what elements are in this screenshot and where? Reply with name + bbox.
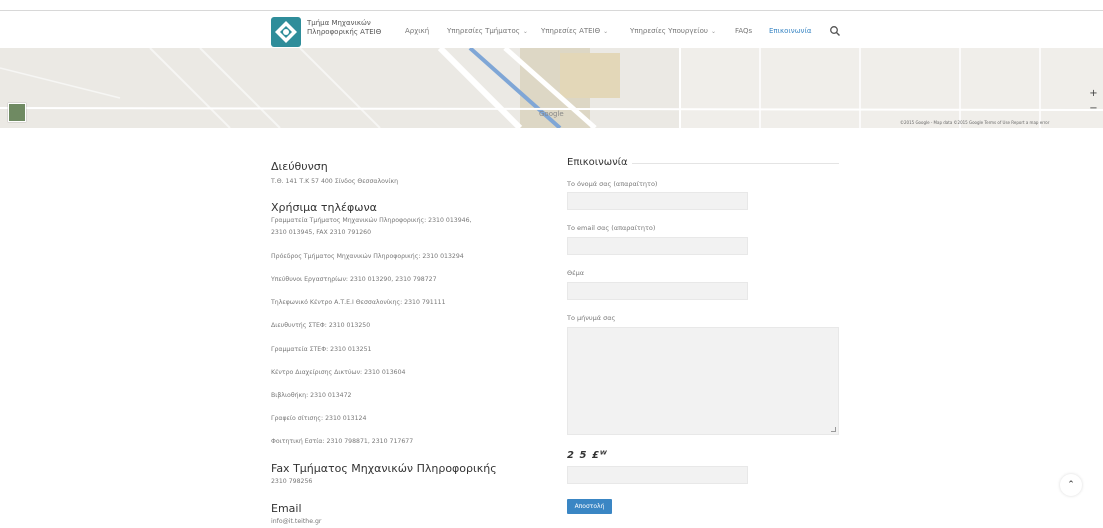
resize-handle-icon[interactable] (831, 427, 836, 432)
nav-ateith-services[interactable]: Υπηρεσίες ΑΤΕΙΘ ⌄ (541, 27, 608, 35)
phone-line: 2310 013945, FAX 2310 791260 (271, 229, 372, 236)
nav-label: Υπηρεσίες Τμήματος (447, 27, 520, 35)
phone-line: Τηλεφωνικό Κέντρο Α.Τ.Ε.Ι Θεσσαλονίκης: … (271, 299, 446, 306)
nav-label: Υπηρεσίες Υπουργείου (630, 27, 708, 35)
fax-text: 2310 798256 (271, 478, 313, 485)
fax-heading: Fax Τμήματος Μηχανικών Πληροφορικής (271, 462, 497, 475)
nav-label: FAQs (735, 27, 753, 35)
phone-line: Γραμματεία Τμήματος Μηχανικών Πληροφορικ… (271, 217, 472, 224)
chevron-down-icon: ⌄ (603, 28, 609, 35)
phones-heading: Χρήσιμα τηλέφωνα (271, 201, 377, 214)
phone-line: Πρόεδρος Τμήματος Μηχανικών Πληροφορικής… (271, 253, 464, 260)
chevron-down-icon: ⌄ (710, 28, 717, 35)
message-textarea[interactable] (567, 327, 839, 435)
submit-button[interactable]: Αποστολή (567, 499, 612, 514)
nav-label: Αρχική (405, 27, 430, 35)
site-name[interactable]: Τμήμα Μηχανικών Πληροφορικής ΑΤΕΙΘ (307, 19, 397, 37)
address-heading: Διεύθυνση (271, 160, 328, 173)
email-heading: Email (271, 502, 302, 515)
captcha-image: 2 5 £ᵂ (567, 450, 608, 461)
nav-home[interactable]: Αρχική (405, 27, 429, 35)
chevron-down-icon: ⌄ (522, 28, 528, 35)
google-logo: Google (539, 110, 564, 118)
nav-ministry-services[interactable]: Υπηρεσίες Υπουργείου ⌄ (630, 27, 716, 35)
nav-faqs[interactable]: FAQs (735, 27, 752, 35)
map-attribution: ©2015 Google - Map data ©2015 Google Ter… (900, 120, 1050, 125)
subject-input[interactable] (567, 282, 748, 300)
message-label: Το μήνυμά σας (567, 314, 616, 322)
logo-icon[interactable] (271, 17, 301, 47)
zoom-in-button[interactable]: + (1087, 86, 1100, 101)
form-title: Επικοινωνία (567, 157, 628, 168)
nav-label: Επικοινωνία (769, 27, 812, 35)
subject-label: Θέμα (567, 269, 585, 277)
email-label: Το email σας (απαραίτητο) (567, 224, 656, 232)
phone-line: Γραμματεία ΣΤΕΦ: 2310 013251 (271, 346, 372, 353)
name-label: Το όνομά σας (απαραίτητο) (567, 180, 658, 188)
satellite-view-thumbnail[interactable] (8, 103, 26, 122)
nav-department-services[interactable]: Υπηρεσίες Τμήματος ⌄ (447, 27, 528, 35)
phone-line: Γραφείο σίτισης: 2310 013124 (271, 415, 367, 422)
site-name-line1: Τμήμα Μηχανικών (307, 19, 371, 27)
email-link[interactable]: info@it.teithe.gr (271, 518, 321, 525)
form-title-divider (632, 163, 839, 164)
zoom-controls: + − (1087, 86, 1100, 116)
phone-line: Βιβλιοθήκη: 2310 013472 (271, 392, 352, 399)
nav-contact[interactable]: Επικοινωνία (769, 27, 811, 35)
email-input[interactable] (567, 237, 748, 255)
phone-line: Διευθυντής ΣΤΕΦ: 2310 013250 (271, 322, 371, 329)
search-icon[interactable] (829, 25, 841, 37)
zoom-out-button[interactable]: − (1087, 101, 1100, 116)
back-to-top-button[interactable]: ⌃ (1060, 474, 1082, 496)
captcha-input[interactable] (567, 466, 748, 484)
phone-line: Υπεύθυνοι Εργαστηρίων: 2310 013290, 2310… (271, 276, 437, 283)
address-text: Τ.Θ. 141 Τ.Κ 57 400 Σίνδος Θεσσαλονίκη (271, 178, 399, 185)
site-name-line2: Πληροφορικής ΑΤΕΙΘ (307, 28, 382, 36)
nav-label: Υπηρεσίες ΑΤΕΙΘ (541, 27, 601, 35)
phone-line: Κέντρο Διαχείρισης Δικτύων: 2310 013604 (271, 369, 406, 376)
phone-line: Φοιτητική Εστία: 2310 798871, 2310 71767… (271, 438, 414, 445)
name-input[interactable] (567, 192, 748, 210)
